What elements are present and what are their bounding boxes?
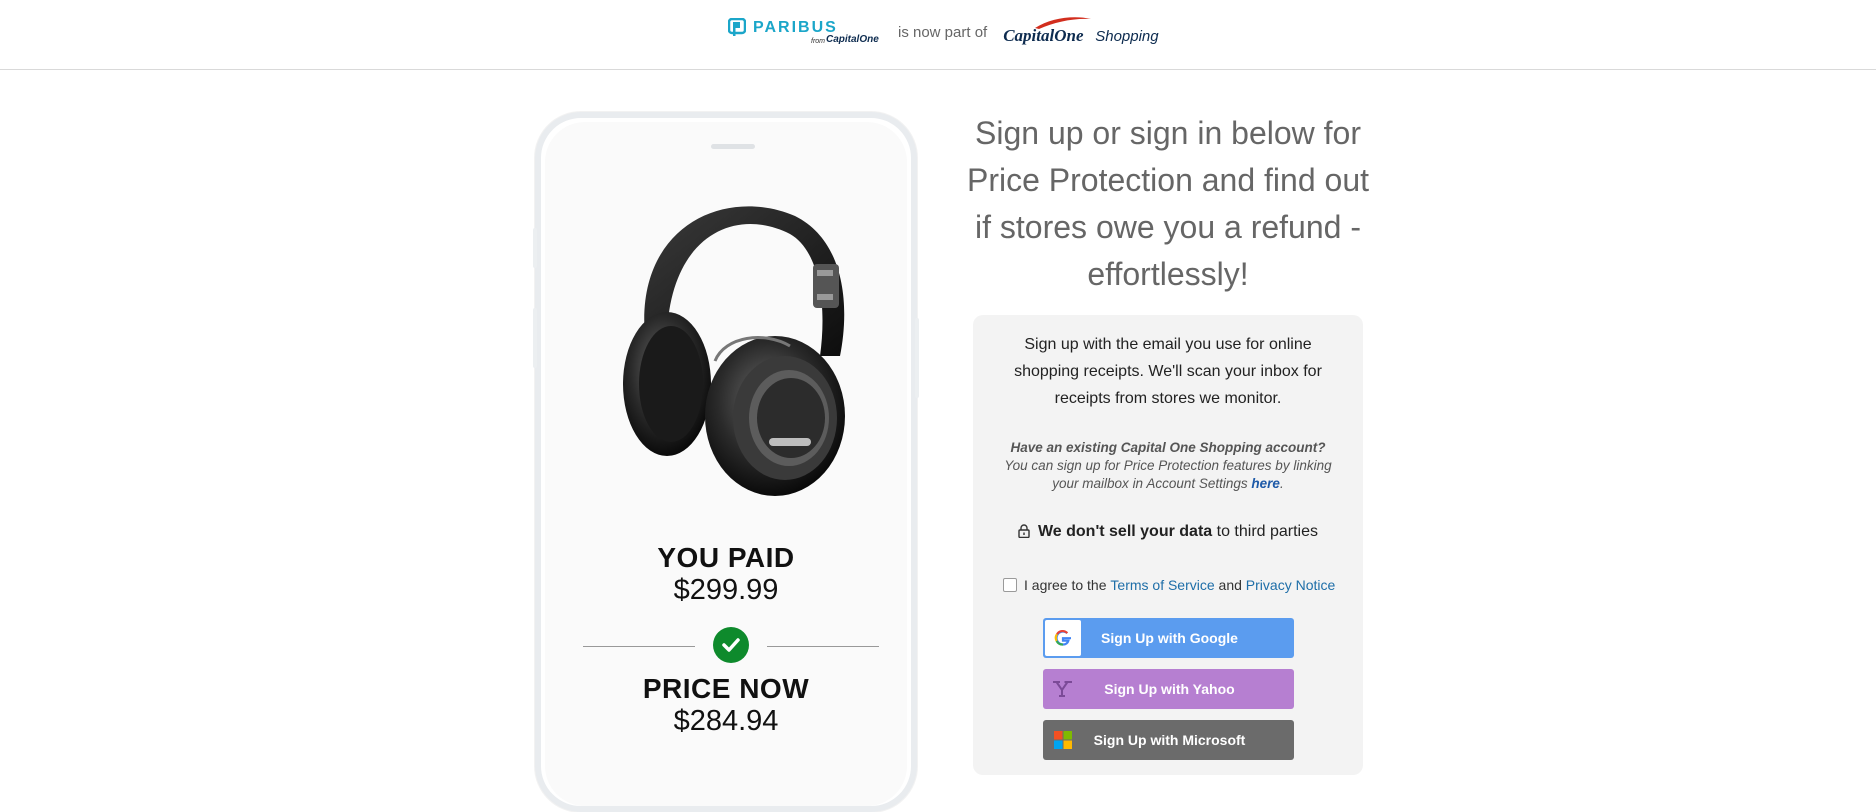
capitalone-shopping-logo[interactable]: CapitalOne Shopping <box>1003 14 1163 50</box>
phone-side-button-left <box>533 228 537 268</box>
signup-headline: Sign up or sign in below for Price Prote… <box>966 115 1369 292</box>
paribus-from-text: from <box>811 38 825 45</box>
google-signup-button[interactable]: Sign Up with Google <box>1043 618 1294 658</box>
divider-left <box>583 646 695 647</box>
microsoft-signup-label: Sign Up with Microsoft <box>1093 732 1246 748</box>
google-signup-label: Sign Up with Google <box>1101 630 1238 646</box>
microsoft-icon <box>1045 722 1081 758</box>
microsoft-signup-button[interactable]: Sign Up with Microsoft <box>1043 720 1294 760</box>
you-paid-label: YOU PAID <box>657 542 795 573</box>
now-part-of-text: is now part of <box>898 23 988 41</box>
phone-side-button-right <box>915 318 919 398</box>
terms-of-service-link[interactable]: Terms of Service <box>1110 577 1214 593</box>
privacy-bold-text: We don't sell your data <box>1037 523 1213 540</box>
signup-intro-text: Sign up with the email you use for onlin… <box>1014 336 1322 407</box>
phone-mockup: YOU PAID $299.99 PRICE NOW $284.94 <box>533 112 919 812</box>
account-settings-link[interactable]: here <box>1251 476 1280 491</box>
terms-checkbox[interactable] <box>1003 578 1017 592</box>
checkmark-icon <box>713 627 749 663</box>
agree-and-text: and <box>1218 577 1242 593</box>
existing-account-note: Have an existing Capital One Shopping ac… <box>991 439 1345 493</box>
phone-screen: YOU PAID $299.99 PRICE NOW $284.94 <box>545 122 907 806</box>
price-now-price: $284.94 <box>673 705 779 737</box>
yahoo-signup-label: Sign Up with Yahoo <box>1104 681 1235 697</box>
existing-account-question: Have an existing Capital One Shopping ac… <box>1010 440 1326 455</box>
privacy-rest-text: to third parties <box>1216 523 1319 540</box>
google-icon <box>1045 620 1081 656</box>
paribus-logo[interactable]: PARIBUS from CapitalOne <box>726 14 886 50</box>
phone-side-button-left-2 <box>533 308 537 368</box>
lock-icon <box>1018 524 1030 538</box>
paribus-capitalone-text: CapitalOne <box>826 34 879 45</box>
divider-right <box>767 646 879 647</box>
terms-agreement: I agree to the Terms of Service and Priv… <box>1003 577 1335 593</box>
brand-row: PARIBUS from CapitalOne is now part of C… <box>726 12 1163 52</box>
price-now-label: PRICE NOW <box>642 673 810 704</box>
top-header: PARIBUS from CapitalOne is now part of C… <box>0 0 1876 70</box>
you-paid-price: $299.99 <box>673 574 779 606</box>
shopping-wordmark: Shopping <box>1095 28 1159 45</box>
yahoo-icon <box>1045 671 1081 707</box>
privacy-statement: We don't sell your data to third parties <box>973 523 1363 541</box>
paribus-mark-icon <box>728 18 746 36</box>
capitalone-wordmark: CapitalOne <box>1003 26 1084 45</box>
existing-account-period: . <box>1279 476 1284 491</box>
agree-prefix-text: I agree to the <box>1024 577 1107 593</box>
privacy-notice-link[interactable]: Privacy Notice <box>1246 577 1335 593</box>
signup-card: Sign up with the email you use for onlin… <box>973 315 1363 775</box>
phone-speaker <box>711 144 755 149</box>
yahoo-signup-button[interactable]: Sign Up with Yahoo <box>1043 669 1294 709</box>
headphones-image <box>623 206 845 496</box>
